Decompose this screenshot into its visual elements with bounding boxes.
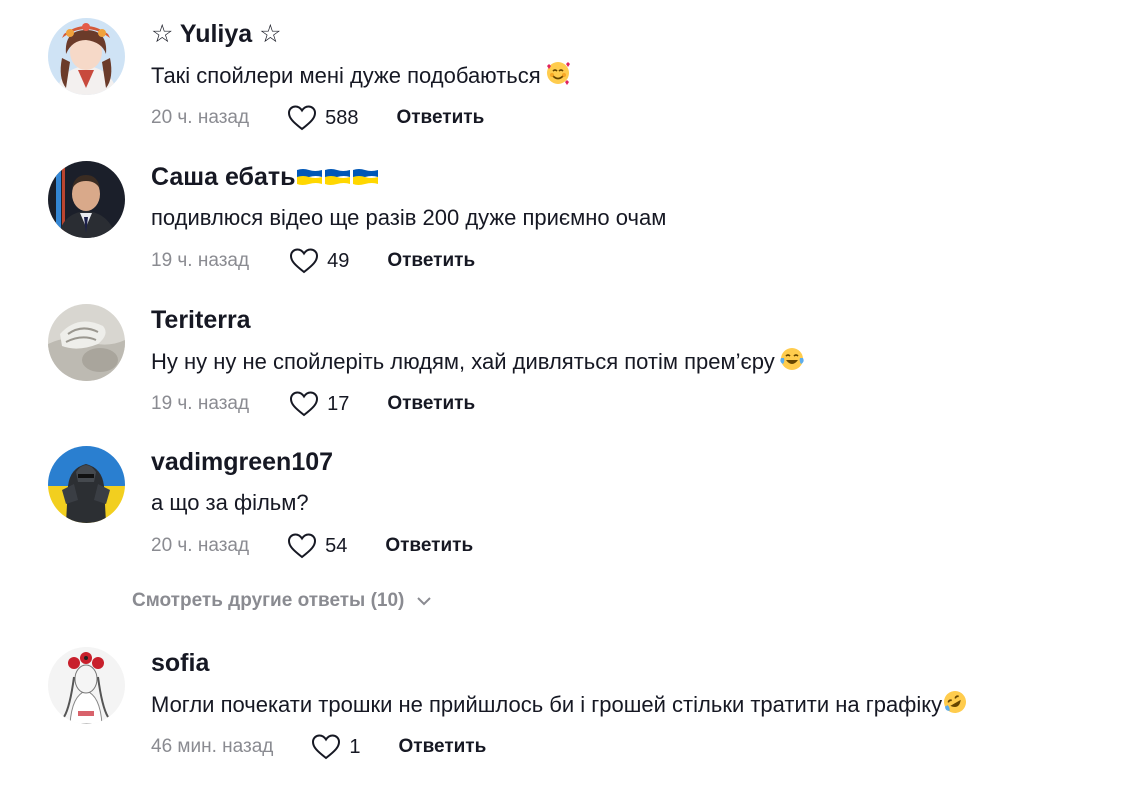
reply-button[interactable]: Ответить: [387, 250, 475, 272]
like-button[interactable]: 588: [287, 104, 358, 132]
comment-text-content: Ну ну ну не спойлеріть людям, хай дивлят…: [151, 349, 775, 374]
heart-icon: [290, 248, 319, 274]
username[interactable]: ☆ Yuliya ☆: [151, 18, 282, 50]
username[interactable]: Саша ебать: [151, 161, 379, 194]
timestamp: 20 ч. назад: [151, 535, 250, 556]
comment-text: Такі спойлери мені дуже подобаються: [151, 60, 571, 94]
username-text: Саша ебать: [151, 163, 296, 191]
reply-button[interactable]: Ответить: [396, 107, 484, 129]
like-button[interactable]: 54: [287, 532, 347, 560]
like-button[interactable]: 49: [289, 247, 349, 275]
comment-text: подивлюся відео ще разів 200 дуже приємн…: [151, 205, 667, 230]
avatar[interactable]: [48, 304, 125, 381]
like-count: 17: [327, 392, 350, 415]
heart-icon: [312, 734, 341, 760]
like-count: 1: [349, 735, 361, 758]
like-count: 49: [327, 249, 350, 272]
comment-text: Ну ну ну не спойлеріть людям, хай дивлят…: [151, 346, 805, 380]
ukraine-flag-icon: [352, 162, 379, 194]
like-count: 588: [325, 106, 359, 129]
timestamp: 19 ч. назад: [151, 393, 250, 414]
view-more-replies-button[interactable]: Смотреть другие ответы (10): [132, 590, 432, 612]
face-with-tears-of-joy-icon: [779, 346, 805, 380]
avatar[interactable]: [48, 446, 125, 523]
like-button[interactable]: 1: [311, 733, 360, 761]
avatar[interactable]: [48, 647, 125, 724]
comment-text: Могли почекати трошки не прийшлось би і …: [151, 689, 968, 723]
username[interactable]: sofia: [151, 647, 209, 679]
comment-meta: 20 ч. назад 588 Ответить: [151, 102, 484, 134]
username[interactable]: vadimgreen107: [151, 446, 333, 478]
smiling-face-with-hearts-icon: [545, 60, 571, 94]
ukraine-flag-icon: [296, 162, 323, 194]
ukraine-flag-icon: [324, 162, 351, 194]
comment-meta: 46 мин. назад 1 Ответить: [151, 731, 486, 763]
like-count: 54: [325, 534, 348, 557]
heart-icon: [288, 105, 317, 131]
rolling-on-floor-laughing-icon: [942, 689, 968, 723]
username[interactable]: Teriterra: [151, 304, 251, 336]
heart-icon: [288, 533, 317, 559]
reply-button[interactable]: Ответить: [385, 535, 473, 557]
comment-text-content: Такі спойлери мені дуже подобаються: [151, 63, 541, 88]
timestamp: 19 ч. назад: [151, 250, 250, 271]
comment-text-content: Могли почекати трошки не прийшлось би і …: [151, 692, 943, 717]
like-button[interactable]: 17: [289, 390, 349, 418]
avatar[interactable]: [48, 161, 125, 238]
heart-icon: [290, 391, 319, 417]
reply-button[interactable]: Ответить: [398, 736, 486, 758]
comment-meta: 19 ч. назад 49 Ответить: [151, 245, 475, 277]
view-more-replies-label: Смотреть другие ответы (10): [132, 590, 405, 611]
chevron-down-icon: [417, 597, 432, 606]
comment-text: а що за фільм?: [151, 490, 309, 515]
comment-meta: 19 ч. назад 17 Ответить: [151, 388, 475, 420]
reply-button[interactable]: Ответить: [387, 393, 475, 415]
avatar[interactable]: [48, 18, 125, 95]
timestamp: 20 ч. назад: [151, 107, 250, 128]
comment-meta: 20 ч. назад 54 Ответить: [151, 530, 473, 562]
timestamp: 46 мин. назад: [151, 736, 274, 757]
